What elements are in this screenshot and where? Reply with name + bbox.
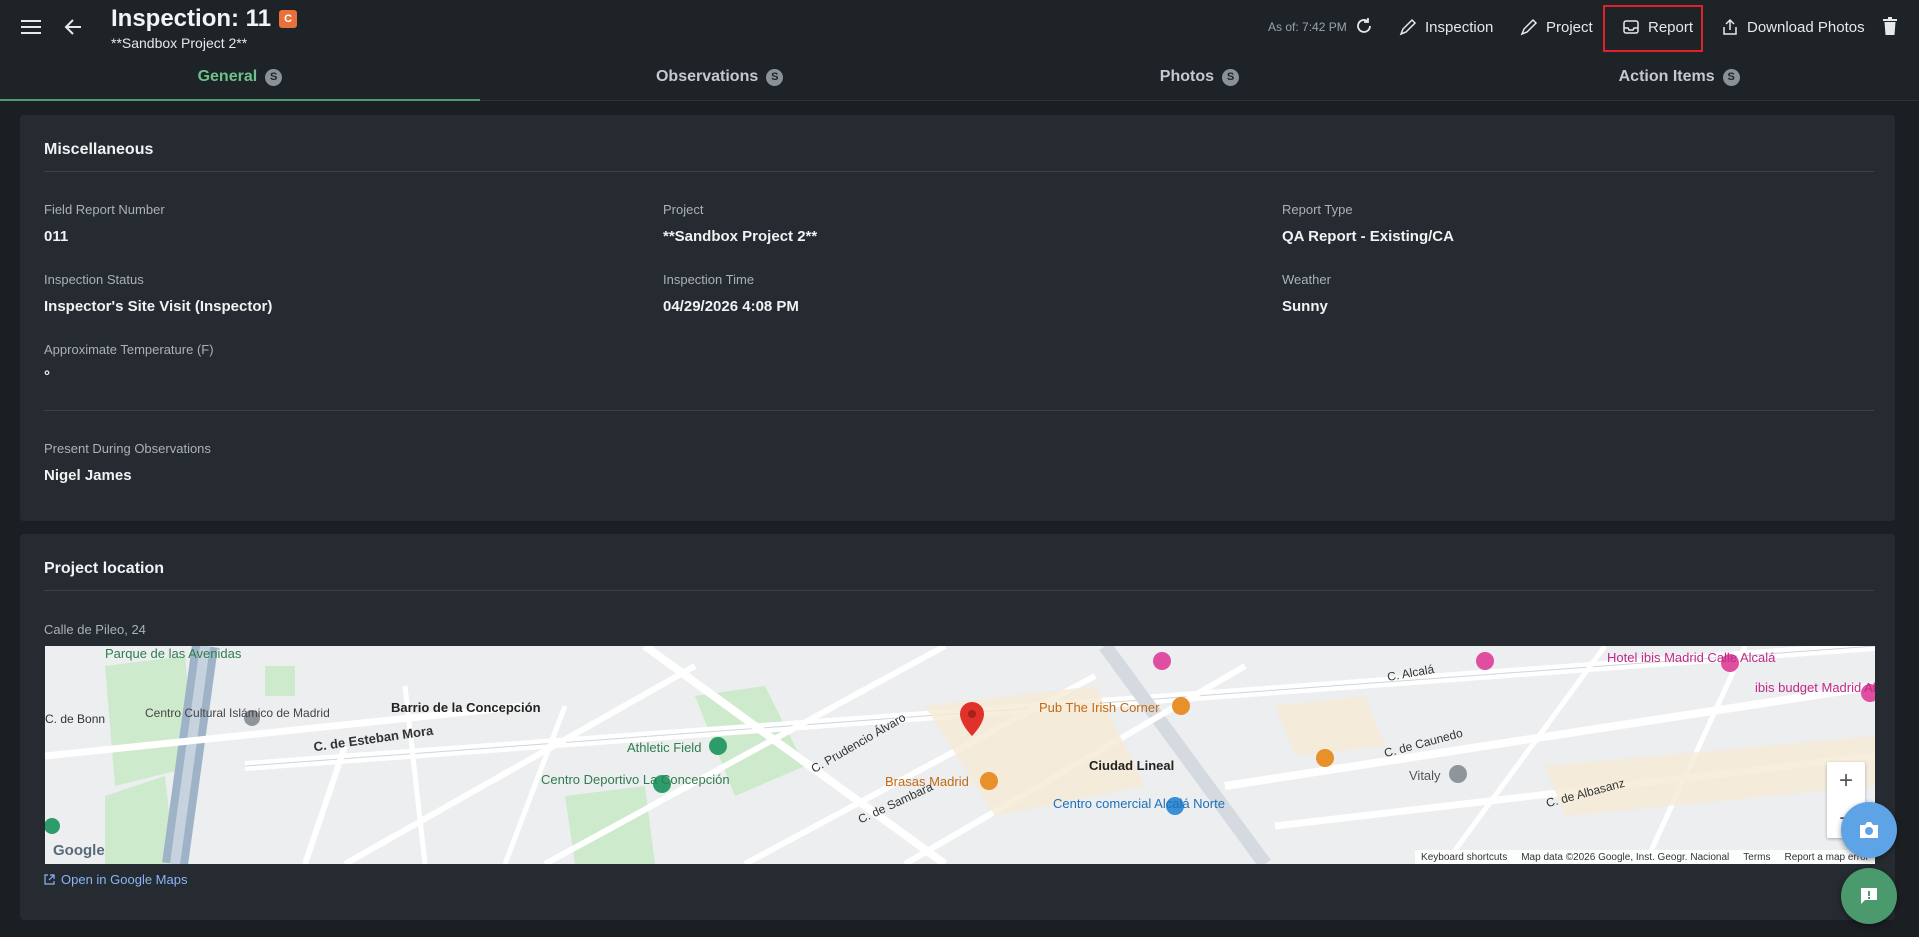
refresh-icon[interactable]: [1353, 15, 1375, 37]
as-of-timestamp: As of: 7:42 PM: [1268, 20, 1347, 34]
open-google-maps-link[interactable]: Open in Google Maps: [44, 872, 187, 887]
tab-label: Photos: [1159, 68, 1214, 85]
back-arrow-icon[interactable]: [60, 14, 86, 40]
field-present-during-observations: Present During Observations Nigel James: [44, 441, 211, 484]
keyboard-shortcuts-link[interactable]: Keyboard shortcuts: [1421, 852, 1507, 863]
map-label: ibis budget Madrid Albasanz: [1755, 680, 1875, 695]
report-button[interactable]: Report: [1622, 15, 1693, 39]
field-label: Approximate Temperature (F): [44, 342, 214, 357]
map-label: Vitaly: [1409, 768, 1441, 783]
tab-label: General: [197, 68, 258, 85]
field-value: **Sandbox Project 2**: [663, 228, 818, 245]
field-value: Nigel James: [44, 467, 132, 484]
inbox-icon: [1623, 20, 1639, 34]
download-photos-label: Download Photos: [1747, 18, 1865, 36]
tab-count-badge: S: [1221, 68, 1239, 86]
map-label: C. de Bonn: [45, 712, 106, 726]
miscellaneous-card: Miscellaneous Field Report Number 011 Pr…: [20, 115, 1895, 521]
download-photos-button[interactable]: Download Photos: [1721, 15, 1865, 39]
field-weather: Weather Sunny: [1282, 272, 1331, 315]
map-label: Athletic Field: [627, 740, 702, 755]
tab-observations[interactable]: Observations S: [480, 54, 960, 100]
field-value: 04/29/2026 4:08 PM: [663, 298, 799, 315]
zoom-in-button[interactable]: +: [1827, 762, 1865, 800]
page-title: Inspection: 11 C: [111, 5, 298, 33]
field-label: Field Report Number: [44, 202, 165, 217]
project-address: Calle de Pileo, 24: [44, 622, 146, 637]
page-subtitle: **Sandbox Project 2**: [111, 35, 248, 51]
pencil-icon: [1520, 18, 1538, 36]
tab-action-items[interactable]: Action Items S: [1439, 54, 1919, 100]
google-logo: Google: [53, 842, 105, 859]
project-location-card: Project location Calle de Pileo, 24 Parq…: [20, 534, 1895, 920]
field-value: °: [44, 368, 50, 385]
map-label: Centro Deportivo La Concepción: [541, 772, 730, 787]
field-label: Project: [663, 202, 704, 217]
open-google-maps-label: Open in Google Maps: [61, 872, 188, 887]
map-label: Barrio de la Concepción: [391, 700, 541, 715]
field-label: Weather: [1282, 272, 1331, 287]
map-label: Centro Cultural Islámico de Madrid: [145, 706, 330, 720]
tab-photos[interactable]: Photos S: [960, 54, 1440, 100]
field-value: QA Report - Existing/CA: [1282, 228, 1454, 245]
field-label: Inspection Time: [663, 272, 755, 287]
camera-fab-button[interactable]: [1841, 802, 1897, 858]
map-label: Parque de las Avenidas: [105, 646, 242, 661]
map-label: Pub The Irish Corner: [1039, 700, 1160, 715]
map-data-attribution: Map data ©2026 Google, Inst. Geogr. Naci…: [1521, 851, 1730, 863]
page-title-text: Inspection: 11: [111, 5, 272, 32]
tab-bar: General S Observations S Photos S Action…: [0, 54, 1919, 101]
chat-alert-icon: [1861, 888, 1877, 904]
map-label: Ciudad Lineal: [1089, 758, 1175, 773]
edit-project-button[interactable]: Project: [1520, 15, 1593, 39]
field-value: Sunny: [1282, 298, 1328, 315]
tab-general[interactable]: General S: [0, 54, 480, 101]
map-streets: [45, 646, 1875, 864]
tab-count-badge: S: [1722, 68, 1740, 86]
field-value: 011: [44, 228, 69, 245]
tab-label: Action Items: [1618, 68, 1715, 85]
divider: [44, 410, 1874, 411]
feedback-chat-button[interactable]: [1841, 868, 1897, 924]
field-value: Inspector's Site Visit (Inspector): [44, 298, 273, 315]
edit-project-label: Project: [1546, 18, 1593, 36]
tab-count-badge: S: [766, 68, 784, 86]
external-link-icon: [44, 874, 55, 885]
page-title-group: Inspection: 11 C **Sandbox Project 2**: [111, 5, 298, 51]
edit-inspection-button[interactable]: Inspection: [1399, 15, 1493, 39]
divider: [44, 171, 1874, 172]
divider: [44, 590, 1874, 591]
card-title: Miscellaneous: [44, 141, 154, 158]
camera-icon: [1860, 822, 1878, 838]
field-inspection-time: Inspection Time 04/29/2026 4:08 PM: [663, 272, 799, 315]
field-label: Inspection Status: [44, 272, 144, 287]
tab-count-badge: S: [265, 68, 283, 86]
field-report-number: Field Report Number 011: [44, 202, 165, 245]
field-label: Present During Observations: [44, 441, 211, 456]
map-label: Centro comercial Alcalá Norte: [1053, 796, 1225, 811]
title-badge: C: [279, 10, 298, 28]
field-project: Project **Sandbox Project 2**: [663, 202, 817, 245]
share-icon: [1723, 18, 1737, 35]
field-report-type: Report Type QA Report - Existing/CA: [1282, 202, 1454, 245]
field-temperature: Approximate Temperature (F) °: [44, 342, 214, 385]
field-label: Report Type: [1282, 202, 1353, 217]
field-inspection-status: Inspection Status Inspector's Site Visit…: [44, 272, 272, 315]
terms-link[interactable]: Terms: [1743, 852, 1770, 863]
top-bar: Inspection: 11 C **Sandbox Project 2** A…: [0, 0, 1919, 54]
report-label: Report: [1648, 18, 1694, 36]
pencil-icon: [1399, 18, 1417, 36]
menu-icon[interactable]: [18, 14, 44, 40]
google-map[interactable]: Parque de las Avenidas Centro Cultural I…: [45, 646, 1875, 864]
map-label: Hotel ibis Madrid Calle Alcalá: [1607, 650, 1776, 665]
map-footer: Keyboard shortcuts Map data ©2026 Google…: [1415, 850, 1875, 864]
tab-label: Observations: [655, 68, 759, 85]
card-title: Project location: [44, 560, 165, 577]
trash-icon[interactable]: [1879, 15, 1901, 37]
edit-inspection-label: Inspection: [1425, 18, 1494, 36]
